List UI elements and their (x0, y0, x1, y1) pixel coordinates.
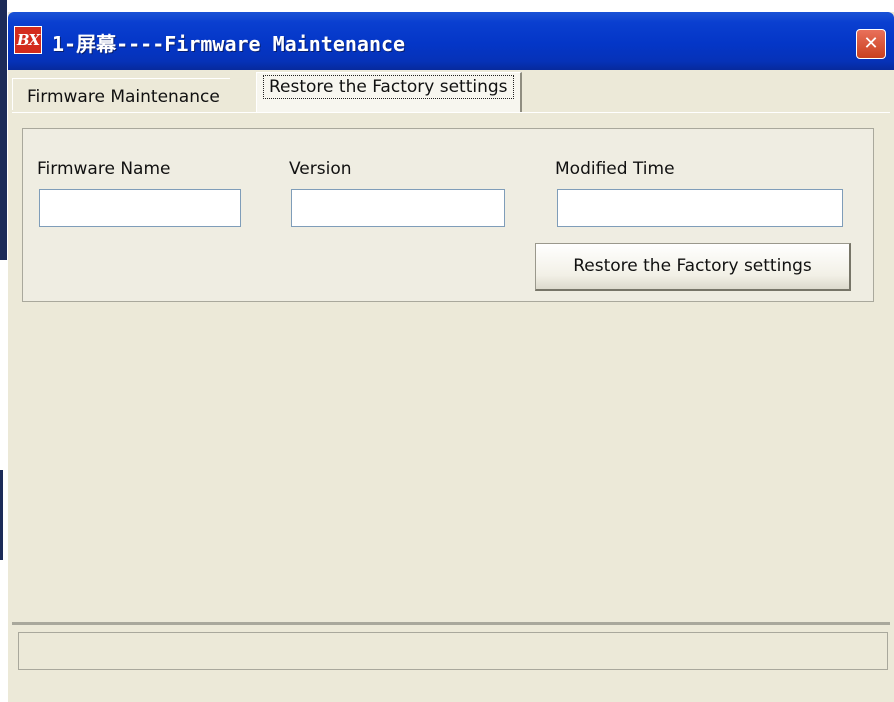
version-field[interactable] (291, 189, 505, 227)
desktop-edge-strip (0, 0, 7, 260)
modified-time-field[interactable] (557, 189, 843, 227)
restore-factory-settings-button[interactable]: Restore the Factory settings (535, 243, 851, 291)
app-logo-icon[interactable]: BX (14, 26, 42, 54)
restore-panel: Firmware Name Version Modified Time Rest… (22, 128, 874, 302)
tab-strip: Firmware Maintenance Restore the Factory… (8, 70, 894, 114)
modified-time-label: Modified Time (555, 159, 675, 179)
firmware-name-field[interactable] (39, 189, 241, 227)
tab-label: Firmware Maintenance (27, 87, 220, 107)
firmware-name-input[interactable] (40, 190, 240, 226)
firmware-maintenance-window: BX 1-屏幕----Firmware Maintenance ✕ Firmwa… (8, 12, 894, 702)
desktop-edge-strip (0, 470, 3, 560)
window-title: 1-屏幕----Firmware Maintenance (52, 32, 406, 56)
close-icon: ✕ (863, 33, 879, 54)
app-logo-text: BX (16, 31, 40, 49)
desktop-edge (0, 0, 8, 702)
modified-time-input[interactable] (558, 190, 842, 226)
version-label: Version (289, 159, 352, 179)
tab-restore-factory-settings[interactable]: Restore the Factory settings (256, 72, 522, 112)
tab-firmware-maintenance[interactable]: Firmware Maintenance (12, 78, 230, 110)
status-bar (18, 632, 888, 670)
version-input[interactable] (292, 190, 504, 226)
status-separator (12, 622, 890, 625)
tab-divider (12, 112, 890, 113)
firmware-name-label: Firmware Name (37, 159, 171, 179)
tab-label: Restore the Factory settings (263, 75, 514, 99)
title-bar[interactable]: BX 1-屏幕----Firmware Maintenance ✕ (8, 12, 894, 70)
close-button[interactable]: ✕ (856, 29, 886, 59)
